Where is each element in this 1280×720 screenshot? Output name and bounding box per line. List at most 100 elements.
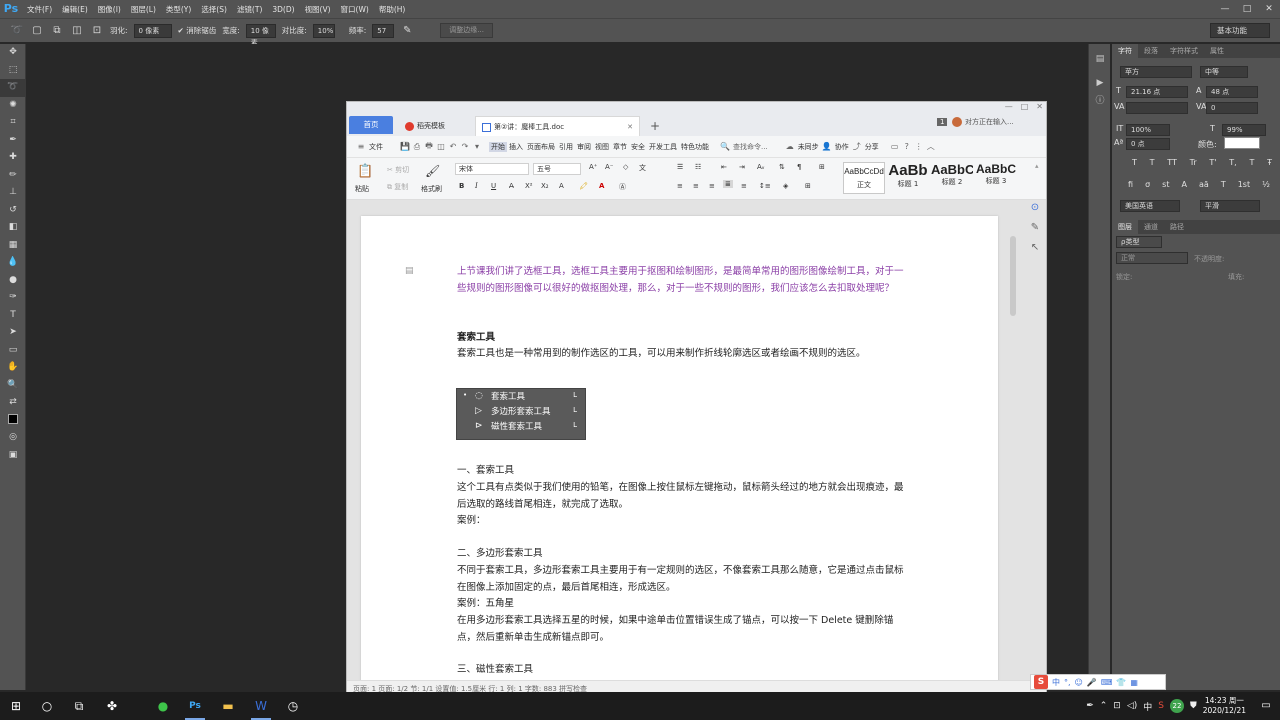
actions-panel-icon[interactable]: ▶: [1089, 74, 1111, 92]
cut-button[interactable]: ✂ 剪切: [387, 165, 409, 175]
blur-tool-icon[interactable]: 💧: [0, 254, 26, 272]
save-icon[interactable]: 💾: [399, 142, 411, 151]
add-selection-icon[interactable]: ⧉: [50, 24, 64, 38]
align-right-icon[interactable]: ≡: [709, 182, 715, 190]
small-caps-button[interactable]: Tr: [1190, 158, 1197, 167]
menu-select[interactable]: 选择(S): [196, 4, 232, 15]
tab-review[interactable]: 审阅: [575, 142, 593, 152]
alt-ligatures-button[interactable]: σ: [1145, 180, 1150, 189]
distributed-icon[interactable]: ≡: [741, 182, 747, 190]
document-page[interactable]: ▤ 上节课我们讲了选框工具，选框工具主要用于抠图和绘制图形，是最简单常用的图形图…: [361, 216, 998, 686]
tab-insert[interactable]: 插入: [507, 142, 525, 152]
tab-start[interactable]: 开始: [489, 141, 507, 152]
antialias-select[interactable]: 平滑: [1200, 200, 1260, 212]
menu-3d[interactable]: 3D(D): [267, 5, 299, 14]
undo-icon[interactable]: ↶: [447, 142, 459, 151]
strikethrough-button[interactable]: A̶: [509, 182, 514, 190]
blend-mode-select[interactable]: 正常: [1116, 252, 1188, 264]
show-marks-icon[interactable]: ¶: [797, 163, 801, 171]
bullets-icon[interactable]: ☰: [677, 163, 683, 171]
paste-button[interactable]: 粘贴: [355, 184, 369, 194]
vscale-input[interactable]: 100%: [1126, 124, 1170, 136]
kerning-input[interactable]: [1126, 102, 1188, 114]
font-color-icon[interactable]: A: [599, 182, 604, 190]
swap-colors-icon[interactable]: ⇄: [0, 394, 26, 412]
tab-channels[interactable]: 通道: [1138, 220, 1164, 234]
underline-button[interactable]: T: [1249, 158, 1254, 167]
antialias-checkbox[interactable]: ✔ 消除锯齿: [178, 25, 217, 36]
history-panel-icon[interactable]: ▤: [1089, 50, 1111, 68]
comment-icon[interactable]: ▭: [889, 142, 901, 151]
tab-features[interactable]: 特色功能: [679, 142, 711, 152]
fractions-button[interactable]: ½: [1262, 180, 1270, 189]
ime-emoji-icon[interactable]: ☺: [1075, 678, 1083, 687]
print-preview-icon[interactable]: ⎙: [411, 142, 423, 152]
highlight-icon[interactable]: 🖍: [579, 182, 588, 190]
font-family-select[interactable]: 宋体: [455, 163, 529, 175]
underline-button[interactable]: U: [491, 182, 496, 190]
faux-italic-button[interactable]: T: [1150, 158, 1155, 167]
contrast-input[interactable]: 10%: [312, 23, 335, 38]
quick-access-more-icon[interactable]: ▾: [471, 142, 483, 151]
crop-tool-icon[interactable]: ⌗: [0, 114, 26, 132]
screen-mode-icon[interactable]: ▣: [0, 447, 26, 465]
more-icon[interactable]: ⋮: [913, 142, 925, 151]
menu-help[interactable]: 帮助(H): [374, 4, 411, 15]
menu-edit[interactable]: 编辑(E): [57, 4, 93, 15]
menu-view[interactable]: 视图(V): [300, 4, 336, 15]
font-size-input[interactable]: 21.16 点: [1126, 86, 1188, 98]
tab-paragraph[interactable]: 段落: [1138, 44, 1164, 58]
clock[interactable]: 14:23 周一 2020/12/21: [1203, 696, 1246, 716]
redo-icon[interactable]: ↷: [459, 142, 471, 151]
clock-app-icon[interactable]: ◷: [277, 692, 309, 720]
start-button[interactable]: ⊞: [0, 692, 32, 720]
baseline-input[interactable]: 0 点: [1126, 138, 1170, 150]
style-heading-1[interactable]: AaBb 标题 1: [887, 162, 929, 194]
menu-image[interactable]: 图像(I): [93, 4, 126, 15]
wps-document-tab[interactable]: 第②讲：魔棒工具.doc ✕: [475, 116, 640, 136]
search-icon[interactable]: ○: [31, 692, 63, 720]
tab-sections[interactable]: 章节: [611, 142, 629, 152]
zoom-tool-icon[interactable]: 🔍: [0, 377, 26, 395]
stamp-tool-icon[interactable]: ⊥: [0, 184, 26, 202]
swash-button[interactable]: A: [1181, 180, 1186, 189]
table-icon[interactable]: ⊞: [819, 163, 825, 171]
action-center-icon[interactable]: ▭: [1252, 692, 1280, 720]
ime-keyboard-icon[interactable]: ⌨: [1101, 678, 1113, 687]
wps-file-menu[interactable]: 文件: [367, 142, 385, 152]
path-select-tool-icon[interactable]: ➤: [0, 324, 26, 342]
security-tray-icon[interactable]: ⛊: [1190, 701, 1197, 711]
wps-template-tab[interactable]: 稻壳模板: [399, 116, 471, 136]
file-explorer-icon[interactable]: ▬: [212, 692, 244, 720]
align-left-icon[interactable]: ≡: [677, 182, 683, 190]
pen-icon[interactable]: ✒: [1086, 701, 1094, 711]
new-selection-icon[interactable]: ▢: [30, 24, 44, 38]
shading-icon[interactable]: ◈: [783, 182, 788, 190]
eyedropper-tool-icon[interactable]: ✒: [0, 132, 26, 150]
brush-tool-icon[interactable]: ✏: [0, 167, 26, 185]
tab-layers[interactable]: 图层: [1112, 220, 1138, 234]
shrink-font-icon[interactable]: A⁻: [605, 163, 613, 171]
intersect-selection-icon[interactable]: ⊡: [90, 24, 104, 38]
italic-button[interactable]: I: [475, 182, 478, 190]
network-icon[interactable]: ⊡: [1113, 701, 1121, 711]
faux-bold-button[interactable]: T: [1132, 158, 1137, 167]
move-tool-icon[interactable]: ✥: [0, 44, 26, 62]
hscale-input[interactable]: 99%: [1222, 124, 1266, 136]
language-select[interactable]: 美国英语: [1120, 200, 1180, 212]
menu-layer[interactable]: 图层(L): [126, 4, 161, 15]
history-brush-icon[interactable]: ↺: [0, 202, 26, 220]
magnetic-lasso-preset-icon[interactable]: ➰: [10, 24, 24, 38]
style-heading-2[interactable]: AaBbC 标题 2: [931, 162, 973, 194]
shape-tool-icon[interactable]: ▭: [0, 342, 26, 360]
select-side-icon[interactable]: ↖: [1023, 242, 1046, 262]
tab-properties[interactable]: 属性: [1204, 44, 1230, 58]
strikethrough-button[interactable]: Ŧ: [1267, 158, 1272, 167]
tab-paths[interactable]: 路径: [1164, 220, 1190, 234]
wps-minimize-icon[interactable]: —: [1005, 102, 1013, 111]
wps-writer-taskbar-icon[interactable]: W: [245, 692, 277, 720]
hand-tool-icon[interactable]: ✋: [0, 359, 26, 377]
gradient-tool-icon[interactable]: ▦: [0, 237, 26, 255]
healing-brush-icon[interactable]: ✚: [0, 149, 26, 167]
tab-page-layout[interactable]: 页面布局: [525, 142, 557, 152]
